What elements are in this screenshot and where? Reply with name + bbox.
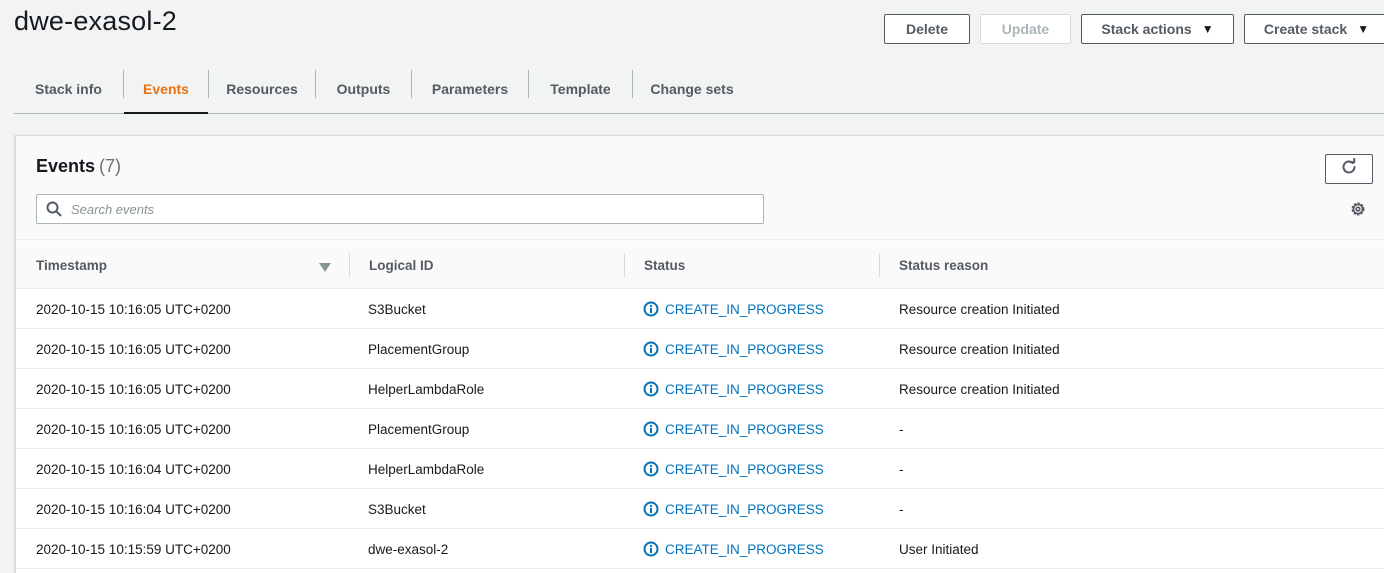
logical-id-cell: PlacementGroup	[368, 341, 470, 357]
table-row: 2020-10-15 10:16:04 UTC+0200 HelperLambd…	[16, 449, 1384, 489]
status-cell: CREATE_IN_PROGRESS	[643, 289, 824, 329]
delete-button[interactable]: Delete	[884, 14, 970, 44]
timestamp-cell: 2020-10-15 10:16:04 UTC+0200	[36, 501, 231, 517]
status-reason-cell: Resource creation Initiated	[899, 381, 1060, 397]
logical-id-cell: S3Bucket	[368, 301, 426, 317]
search-icon	[37, 201, 71, 217]
tab-resources[interactable]: Resources	[209, 64, 315, 113]
timestamp-cell: 2020-10-15 10:15:59 UTC+0200	[36, 541, 231, 557]
events-title-text: Events	[36, 156, 96, 176]
preferences-button[interactable]	[1347, 200, 1369, 222]
status-cell: CREATE_IN_PROGRESS	[643, 409, 824, 449]
status-text: CREATE_IN_PROGRESS	[665, 381, 824, 397]
table-row: 2020-10-15 10:16:04 UTC+0200 S3Bucket CR…	[16, 489, 1384, 529]
stack-actions-label: Stack actions	[1101, 21, 1192, 37]
logical-id-cell: HelperLambdaRole	[368, 381, 485, 397]
events-title: Events (7)	[36, 156, 121, 177]
search-events-input[interactable]	[71, 196, 763, 222]
status-text: CREATE_IN_PROGRESS	[665, 541, 824, 557]
status-cell: CREATE_IN_PROGRESS	[643, 329, 824, 369]
status-reason-cell: -	[899, 421, 904, 437]
gear-icon	[1349, 200, 1367, 223]
tab-change-sets[interactable]: Change sets	[633, 64, 751, 113]
create-stack-label: Create stack	[1263, 21, 1348, 37]
stack-actions-dropdown[interactable]: Stack actions ▼	[1081, 14, 1234, 44]
logical-id-cell: dwe-exasol-2	[368, 541, 449, 557]
table-row: 2020-10-15 10:16:05 UTC+0200 PlacementGr…	[16, 329, 1384, 369]
caret-down-icon: ▼	[1357, 22, 1370, 36]
status-reason-cell: Resource creation Initiated	[899, 301, 1060, 317]
table-row: 2020-10-15 10:15:59 UTC+0200 dwe-exasol-…	[16, 529, 1384, 569]
caret-down-icon: ▼	[1201, 22, 1214, 36]
tab-parameters[interactable]: Parameters	[412, 64, 528, 113]
column-header-status[interactable]: Status	[644, 241, 685, 289]
info-circle-icon	[643, 541, 659, 557]
status-text: CREATE_IN_PROGRESS	[665, 421, 824, 437]
tab-outputs[interactable]: Outputs	[316, 64, 411, 113]
events-panel: Events(7) Timestamp Logical ID Status S	[15, 135, 1384, 573]
info-circle-icon	[643, 501, 659, 517]
column-divider	[624, 253, 625, 277]
table-row: 2020-10-15 10:16:05 UTC+0200 HelperLambd…	[16, 369, 1384, 409]
refresh-button[interactable]	[1325, 154, 1373, 184]
tab-stack-info[interactable]: Stack info	[14, 64, 123, 113]
logical-id-cell: PlacementGroup	[368, 421, 470, 437]
page-title: dwe-exasol-2	[14, 6, 177, 36]
status-cell: CREATE_IN_PROGRESS	[643, 529, 824, 569]
timestamp-cell: 2020-10-15 10:16:05 UTC+0200	[36, 381, 231, 397]
status-reason-cell: -	[899, 501, 904, 517]
status-text: CREATE_IN_PROGRESS	[665, 301, 824, 317]
status-reason-cell: Resource creation Initiated	[899, 341, 1060, 357]
status-reason-cell: User Initiated	[899, 541, 979, 557]
status-cell: CREATE_IN_PROGRESS	[643, 489, 824, 529]
tab-events[interactable]: Events	[124, 64, 208, 114]
status-cell: CREATE_IN_PROGRESS	[643, 449, 824, 489]
column-header-status-reason[interactable]: Status reason	[899, 241, 988, 289]
info-circle-icon	[643, 301, 659, 317]
search-box	[36, 194, 764, 224]
column-divider	[879, 253, 880, 277]
column-divider	[349, 253, 350, 277]
status-text: CREATE_IN_PROGRESS	[665, 461, 824, 477]
events-count: (7)	[99, 156, 122, 176]
stack-tabs: Stack info Events Resources Outputs Para…	[14, 64, 1384, 114]
status-text: CREATE_IN_PROGRESS	[665, 501, 824, 517]
events-table-body: 2020-10-15 10:16:05 UTC+0200 S3Bucket CR…	[16, 289, 1384, 569]
status-cell: CREATE_IN_PROGRESS	[643, 369, 824, 409]
create-stack-dropdown[interactable]: Create stack ▼	[1244, 14, 1384, 44]
tab-template[interactable]: Template	[529, 64, 632, 113]
timestamp-cell: 2020-10-15 10:16:04 UTC+0200	[36, 461, 231, 477]
info-circle-icon	[643, 421, 659, 437]
table-row: 2020-10-15 10:16:05 UTC+0200 PlacementGr…	[16, 409, 1384, 449]
info-circle-icon	[643, 341, 659, 357]
logical-id-cell: HelperLambdaRole	[368, 461, 485, 477]
logical-id-cell: S3Bucket	[368, 501, 426, 517]
refresh-icon	[1340, 157, 1358, 181]
info-circle-icon	[643, 461, 659, 477]
timestamp-cell: 2020-10-15 10:16:05 UTC+0200	[36, 301, 231, 317]
column-header-timestamp[interactable]: Timestamp	[36, 241, 107, 289]
update-button[interactable]: Update	[980, 14, 1071, 44]
sort-down-icon[interactable]	[319, 260, 331, 272]
events-panel-header: Events (7)	[16, 136, 1384, 240]
info-circle-icon	[643, 381, 659, 397]
timestamp-cell: 2020-10-15 10:16:05 UTC+0200	[36, 341, 231, 357]
status-reason-cell: -	[899, 461, 904, 477]
timestamp-cell: 2020-10-15 10:16:05 UTC+0200	[36, 421, 231, 437]
status-text: CREATE_IN_PROGRESS	[665, 341, 824, 357]
column-header-logical-id[interactable]: Logical ID	[369, 241, 434, 289]
events-table-header: Timestamp Logical ID Status Status reaso…	[16, 241, 1384, 289]
table-row: 2020-10-15 10:16:05 UTC+0200 S3Bucket CR…	[16, 289, 1384, 329]
